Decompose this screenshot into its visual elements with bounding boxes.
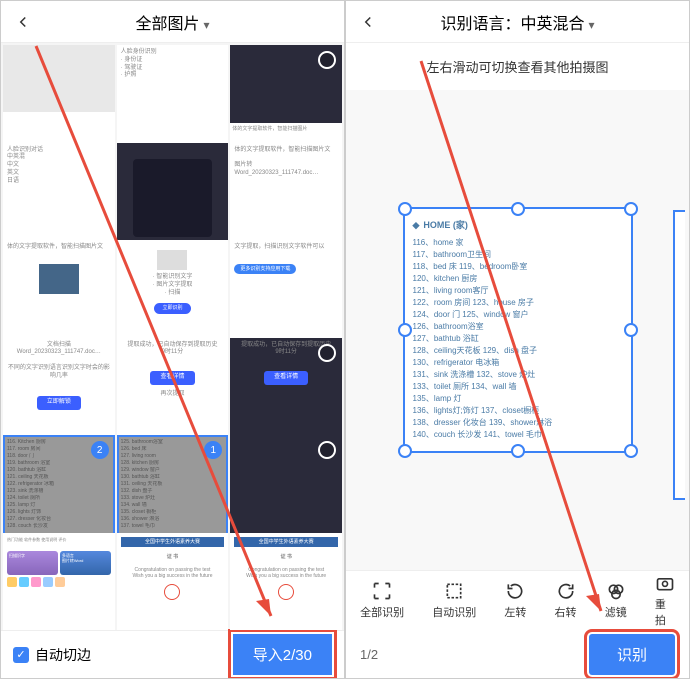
- thumb[interactable]: 体的文字提取软件，智能扫描图片文图片转Word_20230323_111747.…: [230, 143, 342, 255]
- thumb[interactable]: · 智能识别文字· 图片文字提取· 扫描立即识别: [117, 240, 229, 352]
- doc-heading: HOME (家): [413, 219, 623, 233]
- crop-handle[interactable]: [624, 444, 638, 458]
- dropdown-icon: ▾: [588, 18, 594, 32]
- tool-full-recognize[interactable]: 全部识别: [360, 581, 404, 620]
- gallery-title[interactable]: 全部图片▾: [33, 10, 312, 34]
- thumb[interactable]: 文字提取，扫描识别文字软件可以更多识别支持应用下载: [230, 240, 342, 352]
- tool-rotate-right[interactable]: 右转: [555, 581, 577, 620]
- recognize-header: 识别语言：中英混合▾: [346, 1, 689, 43]
- gallery-screen: 全部图片▾ 人脸身份识别· 身份证· 驾驶证· 护照 体的文字提取软件，智能扫描…: [0, 0, 345, 679]
- tool-retake[interactable]: 重拍: [655, 573, 675, 628]
- recognize-screen: 识别语言：中英混合▾ 左右滑动可切换查看其他拍摄图 HOME (家) 116、h…: [345, 0, 690, 679]
- crop-handle[interactable]: [624, 202, 638, 216]
- swipe-hint: 左右滑动可切换查看其他拍摄图: [346, 43, 689, 90]
- thumb[interactable]: 体的文字提取软件，智能扫描图片: [230, 45, 342, 157]
- crop-handle[interactable]: [398, 202, 412, 216]
- document-preview[interactable]: HOME (家) 116、home 家 117、bathroom卫生间 118、…: [403, 207, 633, 453]
- recognize-button[interactable]: 识别: [589, 634, 675, 675]
- selection-badge: 2: [91, 441, 109, 459]
- thumb[interactable]: 全国中学生外语素养大赛证 书Congratulation on passing …: [117, 533, 229, 631]
- tool-auto-recognize[interactable]: 自动识别: [432, 581, 476, 620]
- thumb[interactable]: [230, 435, 342, 547]
- thumb[interactable]: 全国中学生外语素养大赛证 书Congratulation on passing …: [230, 533, 342, 631]
- page-indicator: 1/2: [360, 647, 378, 662]
- language-selector[interactable]: 识别语言：中英混合▾: [378, 10, 657, 34]
- dropdown-icon: ▾: [203, 18, 209, 32]
- crop-handle[interactable]: [624, 323, 638, 337]
- back-button[interactable]: [358, 12, 378, 32]
- thumb-selected[interactable]: 2 116. Kitchen 厨房117. room 房间118. door 门…: [3, 435, 115, 547]
- edit-toolbar: 全部识别 自动识别 左转 右转 滤镜 重拍: [346, 570, 689, 630]
- thumb[interactable]: 体的文字提取软件，智能扫描图片文: [3, 240, 115, 352]
- thumb[interactable]: [3, 45, 115, 157]
- crop-handle[interactable]: [398, 323, 412, 337]
- tool-rotate-left[interactable]: 左转: [504, 581, 526, 620]
- thumb[interactable]: 文档扫描Word_20230323_111747.doc…不同的文字识别语言识别…: [3, 338, 115, 450]
- gallery-footer: ✓ 自动切边 导入2/30: [1, 630, 344, 678]
- import-button[interactable]: 导入2/30: [233, 634, 332, 675]
- thumb[interactable]: 人脸身份识别· 身份证· 驾驶证· 护照: [117, 45, 229, 157]
- next-doc-peek: [673, 210, 685, 500]
- crop-handle[interactable]: [511, 444, 525, 458]
- recognize-footer: 1/2 识别: [346, 630, 689, 678]
- thumb[interactable]: 提取成功，已自动保存到提取历史9时11分查看详情再次提取: [117, 338, 229, 450]
- thumb[interactable]: 人脸识别对话中英混中文英文日语: [3, 143, 115, 255]
- auto-crop-toggle[interactable]: ✓ 自动切边: [13, 645, 91, 665]
- thumb[interactable]: 热门功能 软件参数 使用说明 评价扫描识字多语言图片转Word: [3, 533, 115, 631]
- image-grid: 人脸身份识别· 身份证· 驾驶证· 护照 体的文字提取软件，智能扫描图片 人脸识…: [1, 43, 344, 630]
- gallery-header: 全部图片▾: [1, 1, 344, 43]
- tool-filter[interactable]: 滤镜: [605, 581, 627, 620]
- thumb[interactable]: [117, 143, 229, 255]
- crop-area[interactable]: HOME (家) 116、home 家 117、bathroom卫生间 118、…: [346, 90, 689, 570]
- crop-handle[interactable]: [398, 444, 412, 458]
- crop-handle[interactable]: [511, 202, 525, 216]
- checkbox-icon: ✓: [13, 647, 29, 663]
- back-button[interactable]: [13, 12, 33, 32]
- thumb-selected[interactable]: 1 125. bathroom浴室126. bed 床127. living r…: [117, 435, 229, 547]
- thumb[interactable]: 提取成功，已自动保存到提取历史9时11分查看详情: [230, 338, 342, 450]
